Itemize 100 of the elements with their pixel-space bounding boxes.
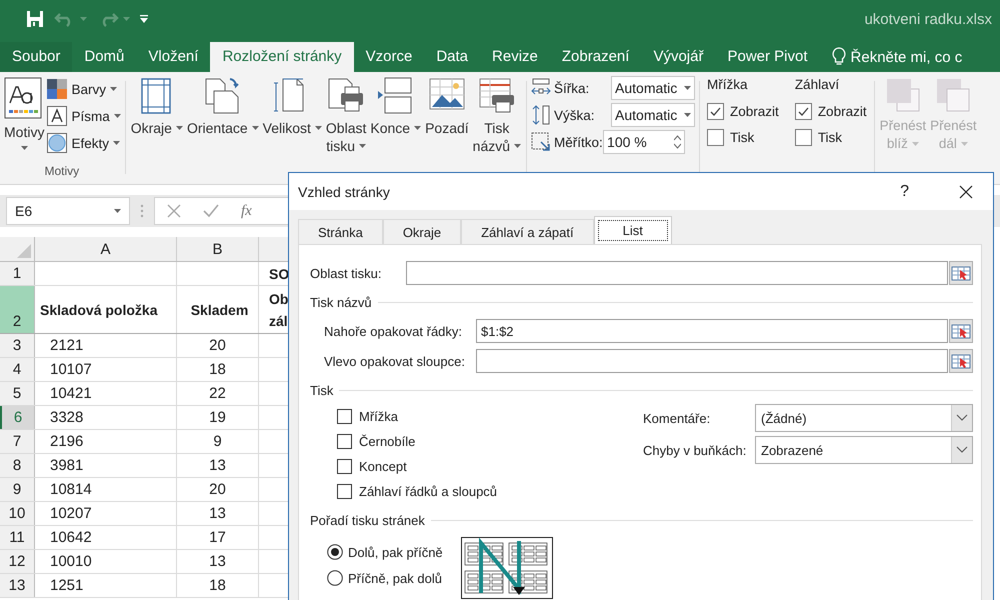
size-button[interactable]: Velikost	[262, 75, 323, 184]
ribbon-tab[interactable]: Power Pivot	[715, 42, 820, 72]
ribbon-tab[interactable]: Revize	[480, 42, 550, 72]
row-header[interactable]: 10	[0, 502, 35, 525]
range-field[interactable]: $1:$2	[476, 319, 948, 343]
field-label: Oblast tisku:	[310, 266, 383, 280]
checkbox[interactable]	[794, 128, 812, 146]
column-header[interactable]: A	[35, 237, 177, 261]
group-label: Motivy	[44, 163, 80, 180]
range-field[interactable]	[406, 261, 948, 285]
tell-me-field[interactable]: Řekněte mi, co c	[850, 48, 962, 66]
checkbox-label[interactable]: Tisk	[818, 130, 842, 144]
checkbox-label[interactable]: Záhlaví řádků a sloupců	[359, 484, 498, 498]
table-cell: 10207	[35, 502, 177, 525]
scale-spinner[interactable]: 100 %	[603, 130, 686, 154]
row-header[interactable]: 1	[0, 262, 35, 285]
dropdown-field[interactable]: Automatic	[611, 76, 696, 100]
dialog-tab[interactable]: Stránka	[298, 219, 383, 244]
row-header[interactable]: 9	[0, 478, 35, 501]
caret-icon	[960, 142, 968, 146]
table-cell: 10107	[35, 358, 177, 381]
field-label: Nahoře opakovat řádky:	[324, 324, 464, 338]
checkbox[interactable]	[337, 458, 352, 474]
checkbox-label[interactable]: Koncept	[359, 458, 407, 474]
table-cell: 2196	[35, 430, 177, 453]
dialog-tab[interactable]: List	[594, 216, 672, 244]
checkbox-label[interactable]: Mřížka	[359, 408, 398, 424]
checkbox[interactable]	[337, 484, 352, 498]
checkbox[interactable]	[707, 102, 724, 120]
range-select-button[interactable]	[949, 349, 973, 373]
row-header[interactable]: 7	[0, 430, 35, 453]
print-titles-icon	[478, 77, 516, 115]
row-header[interactable]: 12	[0, 550, 35, 573]
dropdown-field[interactable]: Automatic	[611, 103, 696, 127]
theme-colors-button[interactable]: Barvy	[47, 78, 121, 100]
margins-button[interactable]: Okraje	[130, 75, 184, 184]
row-header[interactable]: 5	[0, 382, 35, 405]
caret-icon	[114, 114, 121, 118]
color-swatch-icon	[47, 79, 68, 99]
dialog-tab[interactable]: Záhlaví a zápatí	[461, 219, 594, 244]
checkbox-label[interactable]: Zobrazit	[730, 104, 779, 118]
corner-triangle-icon	[17, 244, 31, 258]
checkbox[interactable]	[337, 408, 352, 424]
checkbox-label[interactable]: Černobíle	[359, 434, 416, 448]
range-select-button[interactable]	[949, 319, 973, 343]
range-field[interactable]	[476, 349, 948, 373]
ribbon-tab[interactable]: Soubor	[0, 42, 72, 72]
ribbon-tab[interactable]: Domů	[72, 42, 136, 72]
ribbon-tab[interactable]: Data	[424, 42, 480, 72]
caret-icon	[684, 113, 692, 117]
row-header[interactable]: 3	[0, 334, 35, 357]
caret-icon	[110, 87, 117, 91]
print-area-button[interactable]: Oblast tisku	[324, 75, 368, 184]
print-titles-button[interactable]: Tisk názvů	[472, 75, 522, 184]
row-header[interactable]: 4	[0, 358, 35, 381]
ribbon-tab[interactable]: Zobrazení	[550, 42, 642, 72]
help-button[interactable]: ?	[900, 182, 909, 200]
dropdown-field[interactable]: (Žádné)	[755, 404, 973, 432]
ribbon-tab[interactable]: Vývojář	[641, 42, 716, 72]
name-box[interactable]: E6	[6, 197, 130, 225]
table-cell: 13	[177, 550, 259, 573]
lightbulb-icon	[832, 47, 846, 67]
checkbox[interactable]	[794, 102, 812, 120]
table-cell: 10814	[35, 478, 177, 501]
radio-label[interactable]: Příčně, pak dolů	[348, 570, 442, 586]
checkbox[interactable]	[337, 434, 352, 448]
background-button[interactable]: Pozadí	[424, 75, 470, 184]
ribbon-tab[interactable]: Vložení	[136, 42, 210, 72]
radio-button[interactable]	[327, 570, 343, 586]
effects-icon	[47, 133, 68, 153]
theme-fonts-button[interactable]: Písma	[47, 105, 121, 127]
checkbox-label[interactable]: Zobrazit	[818, 104, 867, 118]
ribbon-tab[interactable]: Rozložení stránky	[210, 42, 354, 72]
ribbon-tab[interactable]: Vzorce	[354, 42, 424, 72]
dialog-tab[interactable]: Okraje	[382, 219, 462, 244]
row-header[interactable]: 13	[0, 574, 35, 597]
row-header[interactable]: 11	[0, 526, 35, 549]
row-header[interactable]: 8	[0, 454, 35, 477]
radio-label[interactable]: Dolů, pak příčně	[348, 544, 443, 560]
range-select-button[interactable]	[949, 261, 973, 285]
radio-button[interactable]	[327, 544, 343, 560]
column-header[interactable]: B	[177, 237, 259, 261]
checkbox-label[interactable]: Tisk	[730, 130, 754, 144]
row-header[interactable]: 6	[0, 406, 35, 429]
row-header[interactable]: 2	[0, 286, 35, 333]
option-title: Mřížka	[707, 76, 749, 94]
theme-effects-button[interactable]: Efekty	[47, 132, 121, 154]
breaks-button[interactable]: Konce	[369, 75, 422, 184]
table-cell: 18	[177, 574, 259, 597]
checkbox[interactable]	[707, 128, 724, 146]
table-cell: 10642	[35, 526, 177, 549]
caret-icon	[114, 209, 121, 213]
insert-function-button[interactable]: fx	[241, 202, 252, 220]
layers-icon	[884, 77, 921, 113]
orientation-button[interactable]: Orientace	[186, 75, 260, 184]
caret-icon	[123, 17, 130, 21]
dropdown-field[interactable]: Zobrazené	[755, 436, 973, 464]
caret-icon	[414, 126, 422, 130]
section-heading: Pořadí tisku stránek	[310, 512, 425, 528]
themes-button[interactable]: Motivy	[3, 75, 46, 162]
